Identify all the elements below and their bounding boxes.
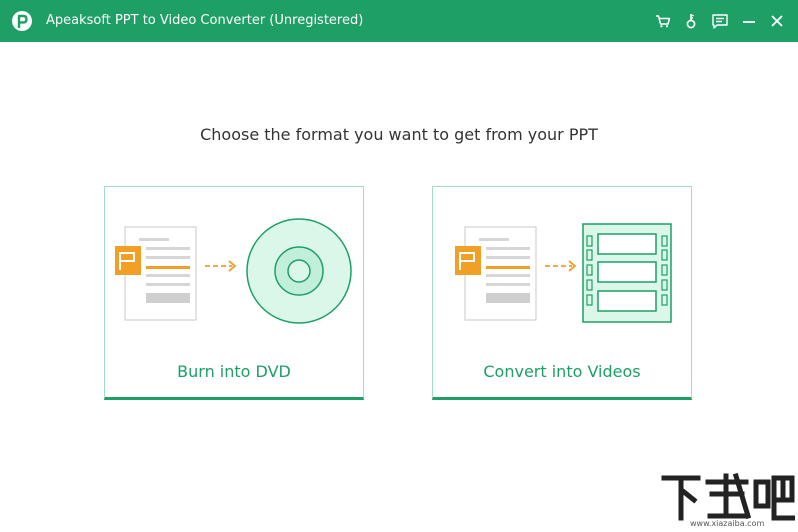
purchase-button[interactable] bbox=[652, 10, 674, 32]
burn-dvd-label: Burn into DVD bbox=[177, 362, 291, 381]
convert-videos-option[interactable]: Convert into Videos bbox=[432, 186, 692, 400]
minimize-icon bbox=[743, 21, 755, 23]
close-icon bbox=[771, 15, 783, 27]
watermark-url: www.xiazaiba.com bbox=[690, 519, 765, 528]
page-heading: Choose the format you want to get from y… bbox=[200, 125, 598, 144]
video-film-illustration bbox=[455, 223, 672, 323]
dvd-illustration bbox=[115, 218, 352, 324]
key-icon bbox=[686, 14, 696, 29]
convert-videos-label: Convert into Videos bbox=[483, 362, 641, 381]
window-title: Apeaksoft PPT to Video Converter (Unregi… bbox=[46, 13, 364, 28]
burn-dvd-option[interactable]: Burn into DVD bbox=[104, 186, 364, 400]
minimize-button[interactable] bbox=[738, 10, 760, 32]
feedback-button[interactable] bbox=[709, 10, 731, 32]
feedback-icon bbox=[712, 13, 728, 29]
app-logo-icon bbox=[12, 11, 32, 31]
close-button[interactable] bbox=[766, 10, 788, 32]
title-bar: Apeaksoft PPT to Video Converter (Unregi… bbox=[0, 0, 798, 42]
register-button[interactable] bbox=[680, 10, 702, 32]
cart-icon bbox=[656, 15, 671, 28]
